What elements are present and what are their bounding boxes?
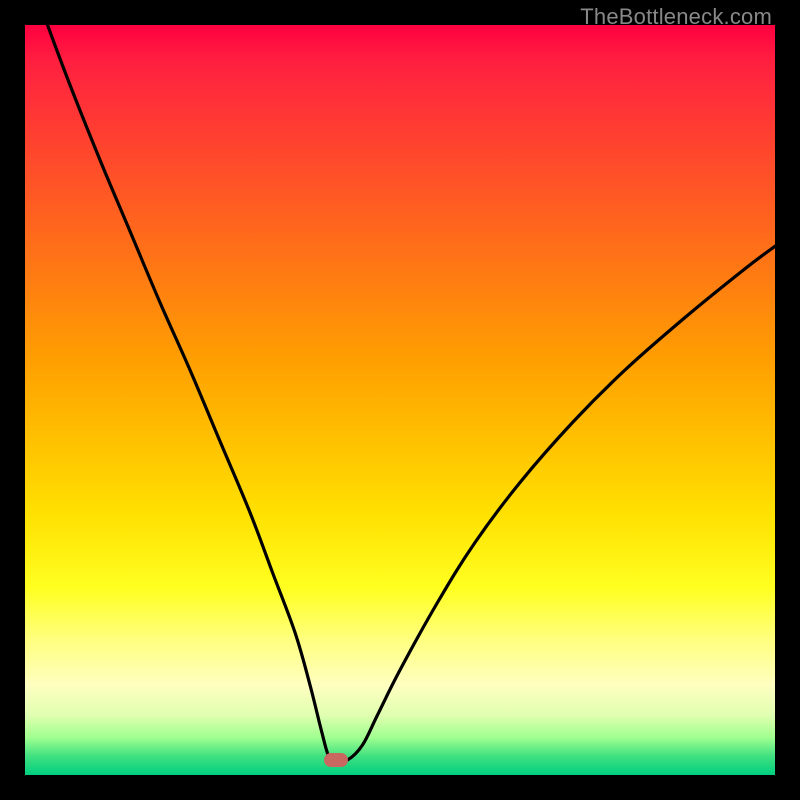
watermark-text: TheBottleneck.com: [580, 4, 772, 30]
chart-frame: TheBottleneck.com: [0, 0, 800, 800]
optimal-point-marker: [324, 753, 348, 767]
plot-gradient-background: [25, 25, 775, 775]
